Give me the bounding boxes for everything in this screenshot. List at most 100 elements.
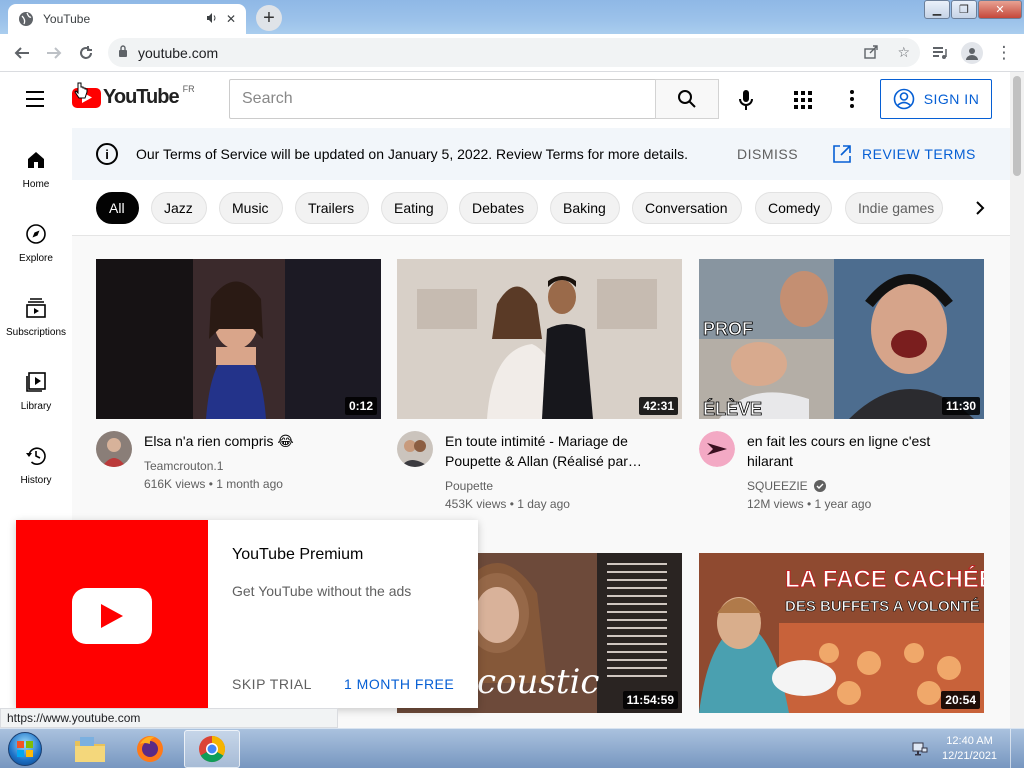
logo-wordmark: YouTube <box>103 86 180 108</box>
thumb-overlay-text: DES BUFFETS A VOLONTÉ <box>785 598 980 615</box>
browser-titlebar: YouTube ✕ + ▁ ❐ ✕ <box>0 0 1024 34</box>
guide-item-home[interactable]: Home <box>0 128 72 198</box>
terms-notice-banner: i Our Terms of Service will be updated o… <box>72 128 1010 180</box>
guide-label: History <box>20 475 52 486</box>
video-title[interactable]: Elsa n'a rien compris 😂 <box>144 431 374 451</box>
tab-title: YouTube <box>43 12 91 26</box>
skip-trial-button[interactable]: SKIP TRIAL <box>232 676 312 692</box>
guide-item-subscriptions[interactable]: Subscriptions <box>0 276 72 346</box>
windows-logo-icon <box>8 732 42 766</box>
chip-music[interactable]: Music <box>219 192 283 224</box>
guide-label: Subscriptions <box>5 327 67 338</box>
guide-item-explore[interactable]: Explore <box>0 202 72 272</box>
video-card[interactable]: 0:12 Elsa n'a rien compris 😂 Teamcrouton… <box>96 259 381 509</box>
chip-debates[interactable]: Debates <box>459 192 538 224</box>
hand-cursor-icon <box>74 82 88 99</box>
profile-icon[interactable] <box>956 37 988 69</box>
video-thumbnail[interactable]: LA FACE CACHÉE DES BUFFETS A VOLONTÉ 20:… <box>699 553 984 713</box>
video-title[interactable]: En toute intimité - Mariage de Poupette … <box>445 431 675 471</box>
bookmark-star-icon[interactable]: ☆ <box>897 44 910 61</box>
show-desktop-button[interactable] <box>1010 729 1024 768</box>
channel-avatar[interactable] <box>397 431 433 467</box>
media-queue-icon[interactable] <box>924 37 956 69</box>
browser-menu-icon[interactable]: ⋮ <box>988 37 1020 69</box>
guide-item-history[interactable]: History <box>0 424 72 494</box>
dismiss-button[interactable]: DISMISS <box>737 146 798 162</box>
notice-text: Our Terms of Service will be updated on … <box>136 146 688 162</box>
taskbar-clock[interactable]: 12:40 AM 12/21/2021 <box>942 734 997 764</box>
video-meta: Elsa n'a rien compris 😂 Teamcrouton.1 61… <box>96 419 381 509</box>
restore-button[interactable]: ❐ <box>951 0 977 19</box>
guide-item-library[interactable]: Library <box>0 350 72 420</box>
video-title[interactable]: en fait les cours en ligne c'est hilaran… <box>747 431 977 471</box>
premium-promo-dialog: YouTube Premium Get YouTube without the … <box>16 520 478 708</box>
guide-label: Library <box>20 401 52 412</box>
taskbar-chrome[interactable] <box>184 730 240 768</box>
sign-in-button[interactable]: SIGN IN <box>880 79 992 119</box>
month-free-button[interactable]: 1 MONTH FREE <box>344 676 454 692</box>
video-card[interactable]: PROF ÉLÈVE 11:30 en fait les cours en li… <box>699 259 984 511</box>
chevron-right-icon[interactable] <box>968 196 992 220</box>
premium-subtitle: Get YouTube without the ads <box>232 583 412 599</box>
reload-icon[interactable] <box>70 37 102 69</box>
info-icon: i <box>96 143 118 165</box>
back-icon[interactable] <box>6 37 38 69</box>
chip-baking[interactable]: Baking <box>550 192 620 224</box>
new-tab-button[interactable]: + <box>256 5 282 31</box>
video-stats: 12M views • 1 year ago <box>747 497 872 511</box>
share-icon[interactable] <box>864 44 879 62</box>
country-code: FR <box>182 83 195 94</box>
video-card[interactable]: 42:31 En toute intimité - Mariage de Pou… <box>397 259 682 511</box>
address-bar[interactable]: youtube.com ☆ <box>108 38 920 67</box>
chip-comedy[interactable]: Comedy <box>755 192 832 224</box>
scrollbar-thumb[interactable] <box>1013 76 1021 176</box>
sign-in-label: SIGN IN <box>923 91 980 107</box>
network-icon[interactable] <box>912 741 928 757</box>
channel-avatar[interactable] <box>96 431 132 467</box>
search-input[interactable]: Search <box>229 79 656 119</box>
thumb-overlay-text: PROF <box>703 319 753 339</box>
channel-name[interactable]: Teamcrouton.1 <box>144 459 223 473</box>
voice-search-button[interactable] <box>728 82 764 118</box>
video-thumbnail[interactable]: 0:12 <box>96 259 381 419</box>
video-thumbnail[interactable]: PROF ÉLÈVE 11:30 <box>699 259 984 419</box>
forward-icon[interactable] <box>38 37 70 69</box>
chip-trailers[interactable]: Trailers <box>295 192 369 224</box>
history-icon <box>0 442 72 470</box>
youtube-logo[interactable]: YouTube FR <box>72 83 195 109</box>
channel-name-label: SQUEEZIE <box>747 479 808 493</box>
masthead: YouTube FR Search SIGN IN <box>0 72 1010 128</box>
close-tab-icon[interactable]: ✕ <box>226 12 236 26</box>
video-stats: 616K views • 1 month ago <box>144 477 283 491</box>
chip-eating[interactable]: Eating <box>381 192 448 224</box>
settings-more-icon[interactable] <box>846 88 858 115</box>
video-duration: 11:30 <box>941 397 980 415</box>
video-card[interactable]: LA FACE CACHÉE DES BUFFETS A VOLONTÉ 20:… <box>699 553 984 713</box>
browser-tab[interactable]: YouTube ✕ <box>8 4 246 34</box>
taskbar-firefox[interactable] <box>122 730 178 768</box>
channel-name[interactable]: Poupette <box>445 479 493 493</box>
taskbar-explorer[interactable] <box>62 730 118 768</box>
channel-avatar[interactable] <box>699 431 735 467</box>
review-terms-button[interactable]: REVIEW TERMS <box>832 144 976 164</box>
minimize-button[interactable]: ▁ <box>924 0 950 19</box>
close-window-button[interactable]: ✕ <box>978 0 1022 19</box>
account-circle-icon <box>893 88 914 110</box>
channel-name[interactable]: SQUEEZIE <box>747 479 827 493</box>
search-button[interactable] <box>655 79 719 119</box>
hamburger-menu-icon[interactable] <box>26 91 44 112</box>
video-thumbnail[interactable]: 42:31 <box>397 259 682 419</box>
chip-all[interactable]: All <box>96 192 139 224</box>
page-scrollbar[interactable] <box>1010 72 1024 728</box>
url-text: youtube.com <box>138 44 219 61</box>
premium-title: YouTube Premium <box>232 546 364 563</box>
speaker-icon[interactable] <box>206 12 218 27</box>
chip-jazz[interactable]: Jazz <box>151 192 207 224</box>
chip-conversation[interactable]: Conversation <box>632 192 742 224</box>
start-button[interactable] <box>2 730 48 768</box>
apps-grid-icon[interactable] <box>794 91 812 114</box>
thumb-overlay-text: LA FACE CACHÉE <box>785 565 984 593</box>
chip-indie-games[interactable]: Indie games <box>845 192 943 224</box>
window-controls: ▁ ❐ ✕ <box>923 0 1022 19</box>
lock-icon[interactable] <box>118 45 128 60</box>
